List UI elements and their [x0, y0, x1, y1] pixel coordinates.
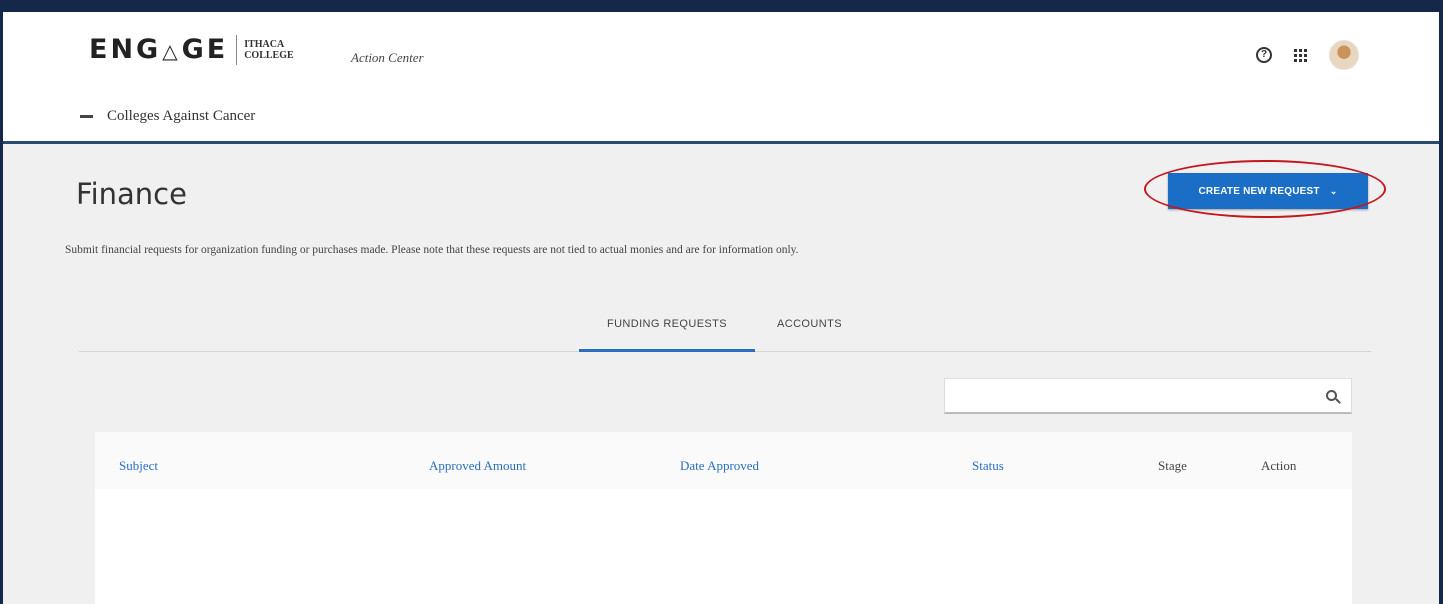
engage-logo[interactable]: ENG△GE ITHACA COLLEGE: [89, 34, 294, 65]
search-icon[interactable]: [1326, 390, 1337, 401]
college-logo-text: ITHACA COLLEGE: [244, 38, 294, 61]
funding-requests-table: Subject Approved Amount Date Approved St…: [95, 432, 1352, 604]
column-header-subject[interactable]: Subject: [119, 458, 158, 474]
create-new-request-button[interactable]: CREATE NEW REQUEST ⌄: [1168, 173, 1368, 209]
browser-frame: ENG△GE ITHACA COLLEGE Action Center ? Co…: [3, 12, 1439, 604]
apps-grid-icon[interactable]: [1294, 48, 1307, 62]
tab-accounts[interactable]: ACCOUNTS: [777, 318, 842, 352]
header-icons: ?: [1256, 40, 1359, 70]
tab-funding-requests[interactable]: FUNDING REQUESTS: [579, 318, 755, 352]
organization-name[interactable]: Colleges Against Cancer: [107, 108, 255, 125]
column-header-stage: Stage: [1158, 458, 1187, 473]
finance-tabs: FUNDING REQUESTS ACCOUNTS: [79, 308, 1371, 352]
menu-icon[interactable]: [80, 115, 93, 118]
user-avatar[interactable]: [1329, 40, 1359, 70]
org-nav: Colleges Against Cancer: [80, 108, 255, 125]
chevron-down-icon: ⌄: [1329, 185, 1338, 196]
column-header-approved-amount[interactable]: Approved Amount: [429, 458, 526, 474]
help-icon[interactable]: ?: [1256, 47, 1272, 63]
logo-wordmark: ENG△GE: [89, 34, 229, 65]
logo-divider: [236, 34, 238, 65]
create-button-label: CREATE NEW REQUEST: [1198, 185, 1320, 197]
section-title: Action Center: [351, 50, 424, 65]
page-description: Submit financial requests for organizati…: [65, 244, 799, 256]
column-header-action: Action: [1261, 458, 1297, 473]
page-title: Finance: [76, 177, 187, 211]
top-header: ENG△GE ITHACA COLLEGE Action Center ? Co…: [3, 12, 1439, 144]
column-header-date-approved[interactable]: Date Approved: [680, 458, 759, 474]
column-header-status[interactable]: Status: [972, 458, 1004, 474]
search-input[interactable]: [944, 378, 1352, 414]
